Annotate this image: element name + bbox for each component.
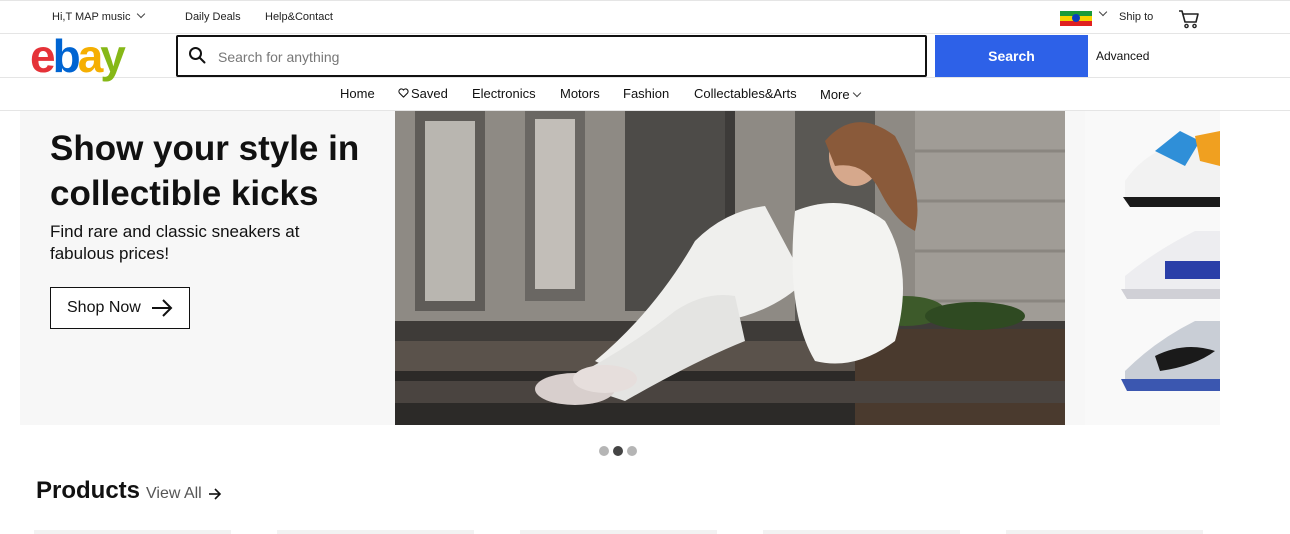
search-button[interactable]: Search [935,35,1088,77]
logo-letter-y: y [100,30,126,82]
product-card[interactable] [763,530,960,534]
nav-item-collectables[interactable]: Collectables&Arts [694,86,797,101]
sneakers-image [1085,111,1220,425]
category-nav: Home Saved Electronics Motors Fashion Co… [0,78,1290,111]
hero-title: Show your style in collectible kicks [50,129,360,213]
hero-subtitle: Find rare and classic sneakers at fabulo… [50,222,300,263]
product-card[interactable] [277,530,474,534]
carousel-dot-3[interactable] [627,446,637,456]
nav-item-saved-label: Saved [411,86,448,101]
account-greeting[interactable]: Hi,T MAP music [52,9,146,23]
chevron-down-icon [137,9,146,19]
carousel-dots [599,443,641,461]
heart-icon [398,88,409,98]
search-input[interactable] [216,46,910,68]
arrow-right-icon [152,299,173,317]
hero-banner: Show your style in collectible kicks Fin… [20,111,1220,425]
nav-item-saved[interactable]: Saved [398,86,448,101]
shop-now-label: Shop Now [67,299,141,316]
products-heading: Products [36,477,141,504]
daily-deals-link[interactable]: Daily Deals [185,11,241,23]
product-card[interactable] [520,530,717,534]
view-all-label: View All [146,485,202,502]
nav-item-motors[interactable]: Motors [560,86,600,101]
advanced-search-link[interactable]: Advanced [1096,49,1149,63]
search-bar [176,35,927,77]
logo-letter-b: b [52,30,81,82]
view-all-link[interactable]: View All [146,485,222,503]
header: ebay Search Advanced [0,30,1290,82]
ship-to-chevron-icon[interactable] [1098,7,1108,21]
help-contact-link[interactable]: Help&Contact [265,11,333,23]
nav-item-fashion[interactable]: Fashion [623,86,669,101]
shop-now-button[interactable]: Shop Now [50,287,190,329]
product-card[interactable] [1006,530,1203,534]
carousel-dot-1[interactable] [599,446,609,456]
carousel-dot-2[interactable] [613,446,623,456]
top-bar: Hi,T MAP music Daily Deals Help&Contact … [0,0,1290,34]
search-icon [189,47,206,64]
nav-item-more[interactable]: More [820,87,861,102]
logo-letter-e: e [30,30,56,82]
ebay-logo[interactable]: ebay [30,30,126,82]
nav-item-electronics[interactable]: Electronics [472,86,536,101]
account-greeting-label: Hi,T MAP music [52,11,131,23]
product-card[interactable] [34,530,231,534]
ship-to-label[interactable]: Ship to [1119,11,1153,23]
arrow-right-icon [208,488,221,500]
hero-photo-woman-sitting [395,111,1065,425]
chevron-down-icon [852,88,861,98]
logo-letter-a: a [77,30,104,82]
cart-icon[interactable] [1178,9,1200,29]
nav-item-more-label: More [820,87,850,102]
nav-item-home[interactable]: Home [340,86,375,101]
flag-emblem-icon [1072,14,1080,22]
flag-icon[interactable] [1060,11,1092,26]
